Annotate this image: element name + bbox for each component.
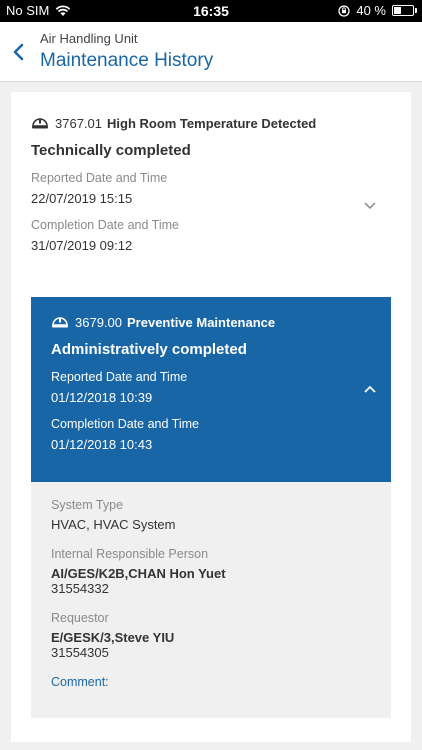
completion-label: Completion Date and Time xyxy=(31,218,179,232)
record-status: Administratively completed xyxy=(51,341,247,358)
responsible-label: Internal Responsible Person xyxy=(51,547,209,561)
system-type-value: HVAC, HVAC System xyxy=(51,517,176,532)
comment-label[interactable]: Comment: xyxy=(51,675,371,689)
record-header: 3679.00 Preventive Maintenance xyxy=(51,313,371,331)
completion-label: Completion Date and Time xyxy=(51,417,199,431)
reported-label: Reported Date and Time xyxy=(31,171,168,185)
requestor-phone[interactable]: 31554305 xyxy=(51,645,371,660)
battery-percent: 40 % xyxy=(356,3,386,18)
completion-value: 01/12/2018 10:43 xyxy=(51,437,153,452)
responsible-block: Internal Responsible Person AI/GES/K2B,C… xyxy=(51,547,371,596)
back-button[interactable] xyxy=(8,38,32,66)
reported-label: Reported Date and Time xyxy=(51,370,188,384)
system-type-label: System Type xyxy=(51,498,124,512)
reported-value: 22/07/2019 15:15 xyxy=(31,191,133,206)
responsible-phone[interactable]: 31554332 xyxy=(51,581,371,596)
order-number: 3679.00 xyxy=(75,314,122,330)
maintenance-record[interactable]: 3767.01 High Room Temperature Detected T… xyxy=(31,114,391,297)
requestor-label: Requestor xyxy=(51,611,109,625)
order-number: 3767.01 xyxy=(55,115,102,131)
requestor-name: E/GESK/3,Steve YIU xyxy=(51,630,175,645)
record-header: 3767.01 High Room Temperature Detected xyxy=(31,114,391,132)
helmet-icon xyxy=(52,317,68,328)
rotation-lock-icon xyxy=(338,4,351,17)
responsible-name: AI/GES/K2B,CHAN Hon Yuet xyxy=(51,566,226,581)
order-title: High Room Temperature Detected xyxy=(107,115,317,131)
maintenance-history-card: 3767.01 High Room Temperature Detected T… xyxy=(11,92,411,742)
battery-level xyxy=(394,7,401,14)
helmet-icon xyxy=(32,118,48,129)
maintenance-record-expanded[interactable]: 3679.00 Preventive Maintenance Administr… xyxy=(31,297,391,482)
chevron-down-icon[interactable] xyxy=(363,198,377,212)
completion-value: 31/07/2019 09:12 xyxy=(31,238,133,253)
requestor-block: Requestor E/GESK/3,Steve YIU 31554305 xyxy=(51,611,371,660)
record-details: System Type HVAC, HVAC System Internal R… xyxy=(31,482,391,718)
reported-value: 01/12/2018 10:39 xyxy=(51,390,153,405)
record-status: Technically completed xyxy=(31,142,191,159)
chevron-up-icon[interactable] xyxy=(363,383,377,397)
order-title: Preventive Maintenance xyxy=(127,314,276,330)
status-bar: No SIM 16:35 40 % xyxy=(0,0,422,22)
navigation-header: Air Handling Unit Maintenance History xyxy=(0,22,422,82)
page-title: Maintenance History xyxy=(40,50,214,71)
system-type-block: System Type HVAC, HVAC System xyxy=(51,498,371,532)
header-subtitle: Air Handling Unit xyxy=(40,31,138,46)
battery-icon xyxy=(392,5,417,16)
